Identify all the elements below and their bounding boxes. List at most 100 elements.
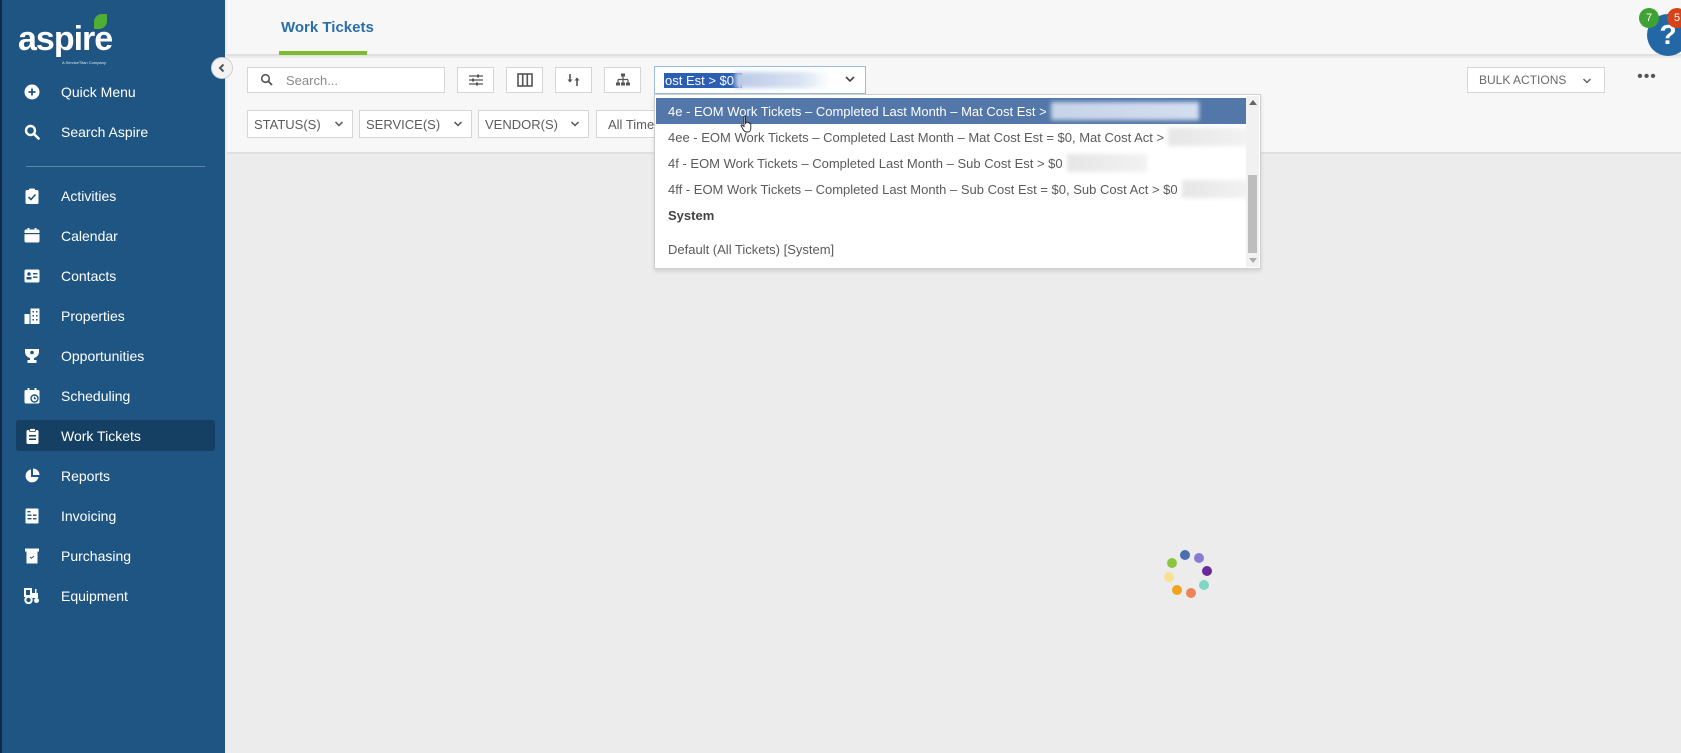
sidebar-item-opportunities[interactable]: Opportunities [16, 340, 215, 371]
dropdown-group-label: System [668, 208, 715, 223]
sidebar-item-properties[interactable]: Properties [16, 300, 215, 331]
sidebar-item-contacts[interactable]: Contacts [16, 260, 215, 291]
filter-settings-button[interactable] [457, 67, 494, 93]
redacted-text [1066, 154, 1147, 172]
spinner-dot [1193, 553, 1204, 564]
sidebar-item-invoicing[interactable]: Invoicing [16, 500, 215, 531]
columns-button[interactable] [506, 67, 543, 93]
group-by-button[interactable] [604, 67, 641, 93]
receipt-icon [24, 548, 40, 564]
active-tab-indicator [279, 51, 367, 55]
sidebar-item-search-aspire[interactable]: Search Aspire [16, 116, 215, 147]
filter-label: SERVICE(S) [366, 116, 441, 132]
sidebar-item-scheduling[interactable]: Scheduling [16, 380, 215, 411]
scrollbar-thumb[interactable] [1248, 175, 1257, 253]
hand-pointer-cursor-icon [740, 115, 752, 133]
sidebar-item-reports[interactable]: Reports [16, 460, 215, 491]
search-input[interactable] [286, 72, 436, 88]
sidebar-item-calendar[interactable]: Calendar [16, 220, 215, 251]
sidebar-item-label: Contacts [61, 267, 117, 284]
spinner-dot [1198, 579, 1209, 590]
saved-view-select[interactable]: ost Est > $0 [ [654, 66, 866, 94]
building-icon [24, 308, 40, 324]
notification-badge-red: 5 [1667, 8, 1681, 28]
redacted-text [735, 72, 830, 88]
sidebar-item-purchasing[interactable]: Purchasing [16, 540, 215, 571]
sidebar-collapse-button[interactable] [211, 57, 233, 79]
search-icon [260, 73, 273, 86]
sidebar-item-label: Purchasing [61, 547, 132, 564]
sliders-icon [468, 74, 483, 86]
calendar-clock-icon [24, 387, 40, 404]
redacted-text [1181, 180, 1249, 198]
logo-text: aspire [18, 20, 113, 58]
logo-tagline: A ServiceTitan Company [62, 60, 106, 65]
sort-button[interactable] [555, 67, 592, 93]
redacted-text [1050, 102, 1199, 120]
option-label: 4ff - EOM Work Tickets – Completed Last … [668, 181, 1178, 197]
spinner-dot [1201, 565, 1212, 576]
page-header: Work Tickets ? 7 5 [227, 0, 1681, 56]
chevron-down-icon [1582, 78, 1592, 84]
vendor-filter[interactable]: VENDOR(S) [478, 110, 589, 138]
tab-work-tickets[interactable]: Work Tickets [279, 0, 374, 56]
hierarchy-icon [615, 73, 630, 86]
sidebar-divider [26, 166, 205, 167]
sidebar-item-label: Calendar [61, 227, 118, 244]
tractor-icon [24, 587, 40, 604]
more-options-button[interactable]: ••• [1635, 69, 1659, 88]
loading-spinner [1163, 549, 1213, 599]
dropdown-option[interactable]: 4ff - EOM Work Tickets – Completed Last … [656, 176, 1249, 202]
sidebar-item-label: Equipment [61, 587, 128, 604]
sort-icon [567, 74, 579, 86]
spinner-dot [1164, 572, 1175, 583]
sidebar-item-equipment[interactable]: Equipment [16, 580, 215, 611]
scroll-up-arrow-icon[interactable] [1249, 100, 1257, 105]
service-filter[interactable]: SERVICE(S) [359, 110, 472, 138]
redacted-text [1168, 128, 1249, 146]
clipboard-check-icon [24, 188, 40, 204]
columns-icon [516, 73, 533, 87]
search-icon [24, 124, 40, 140]
sidebar-item-work-tickets[interactable]: Work Tickets [16, 420, 215, 451]
filter-label: All Time [608, 116, 655, 132]
sidebar-item-label: Work Tickets [61, 427, 141, 444]
sidebar-item-label: Activities [61, 187, 117, 204]
notification-badge-green: 7 [1639, 8, 1659, 28]
bulk-actions-button[interactable]: BULK ACTIONS [1467, 67, 1605, 93]
option-label: 4f - EOM Work Tickets – Completed Last M… [668, 155, 1063, 171]
sidebar-item-label: Reports [61, 467, 111, 484]
sidebar-item-label: Search Aspire [61, 123, 149, 140]
filter-label: STATUS(S) [254, 116, 321, 132]
sidebar-item-quick-menu[interactable]: Quick Menu [16, 76, 215, 107]
pie-chart-icon [24, 468, 40, 484]
chevron-left-icon [218, 63, 225, 73]
search-box[interactable] [247, 67, 445, 93]
spinner-dot [1186, 587, 1197, 598]
chevron-down-icon [570, 121, 580, 127]
dropdown-option-system-default[interactable]: Default (All Tickets) [System] [656, 236, 1249, 262]
trophy-icon [24, 348, 40, 364]
dropdown-scrollbar[interactable] [1246, 96, 1259, 267]
option-label: 4e - EOM Work Tickets – Completed Last M… [668, 103, 1047, 119]
option-label: Default (All Tickets) [System] [668, 241, 835, 257]
spinner-dot [1179, 550, 1190, 561]
sidebar-item-activities[interactable]: Activities [16, 180, 215, 211]
sidebar-item-label: Invoicing [61, 507, 117, 524]
chevron-down-icon [845, 76, 855, 83]
aspire-logo[interactable]: aspire A ServiceTitan Company [18, 14, 128, 65]
tab-label: Work Tickets [281, 19, 374, 36]
sidebar: aspire A ServiceTitan Company Quick Menu… [0, 0, 225, 753]
plus-circle-icon [24, 84, 40, 100]
saved-view-value[interactable]: ost Est > $0 [ [664, 73, 743, 88]
dropdown-option[interactable]: 4f - EOM Work Tickets – Completed Last M… [656, 150, 1249, 176]
help-widget[interactable]: ? 7 5 [1627, 6, 1681, 56]
clipboard-list-icon [24, 427, 40, 444]
scroll-down-arrow-icon[interactable] [1249, 258, 1257, 263]
status-filter[interactable]: STATUS(S) [247, 110, 353, 138]
spinner-dot [1167, 558, 1178, 569]
sidebar-item-label: Properties [61, 307, 125, 324]
chevron-down-icon [453, 121, 463, 127]
bulk-actions-label: BULK ACTIONS [1479, 73, 1567, 87]
sidebar-item-label: Scheduling [61, 387, 131, 404]
